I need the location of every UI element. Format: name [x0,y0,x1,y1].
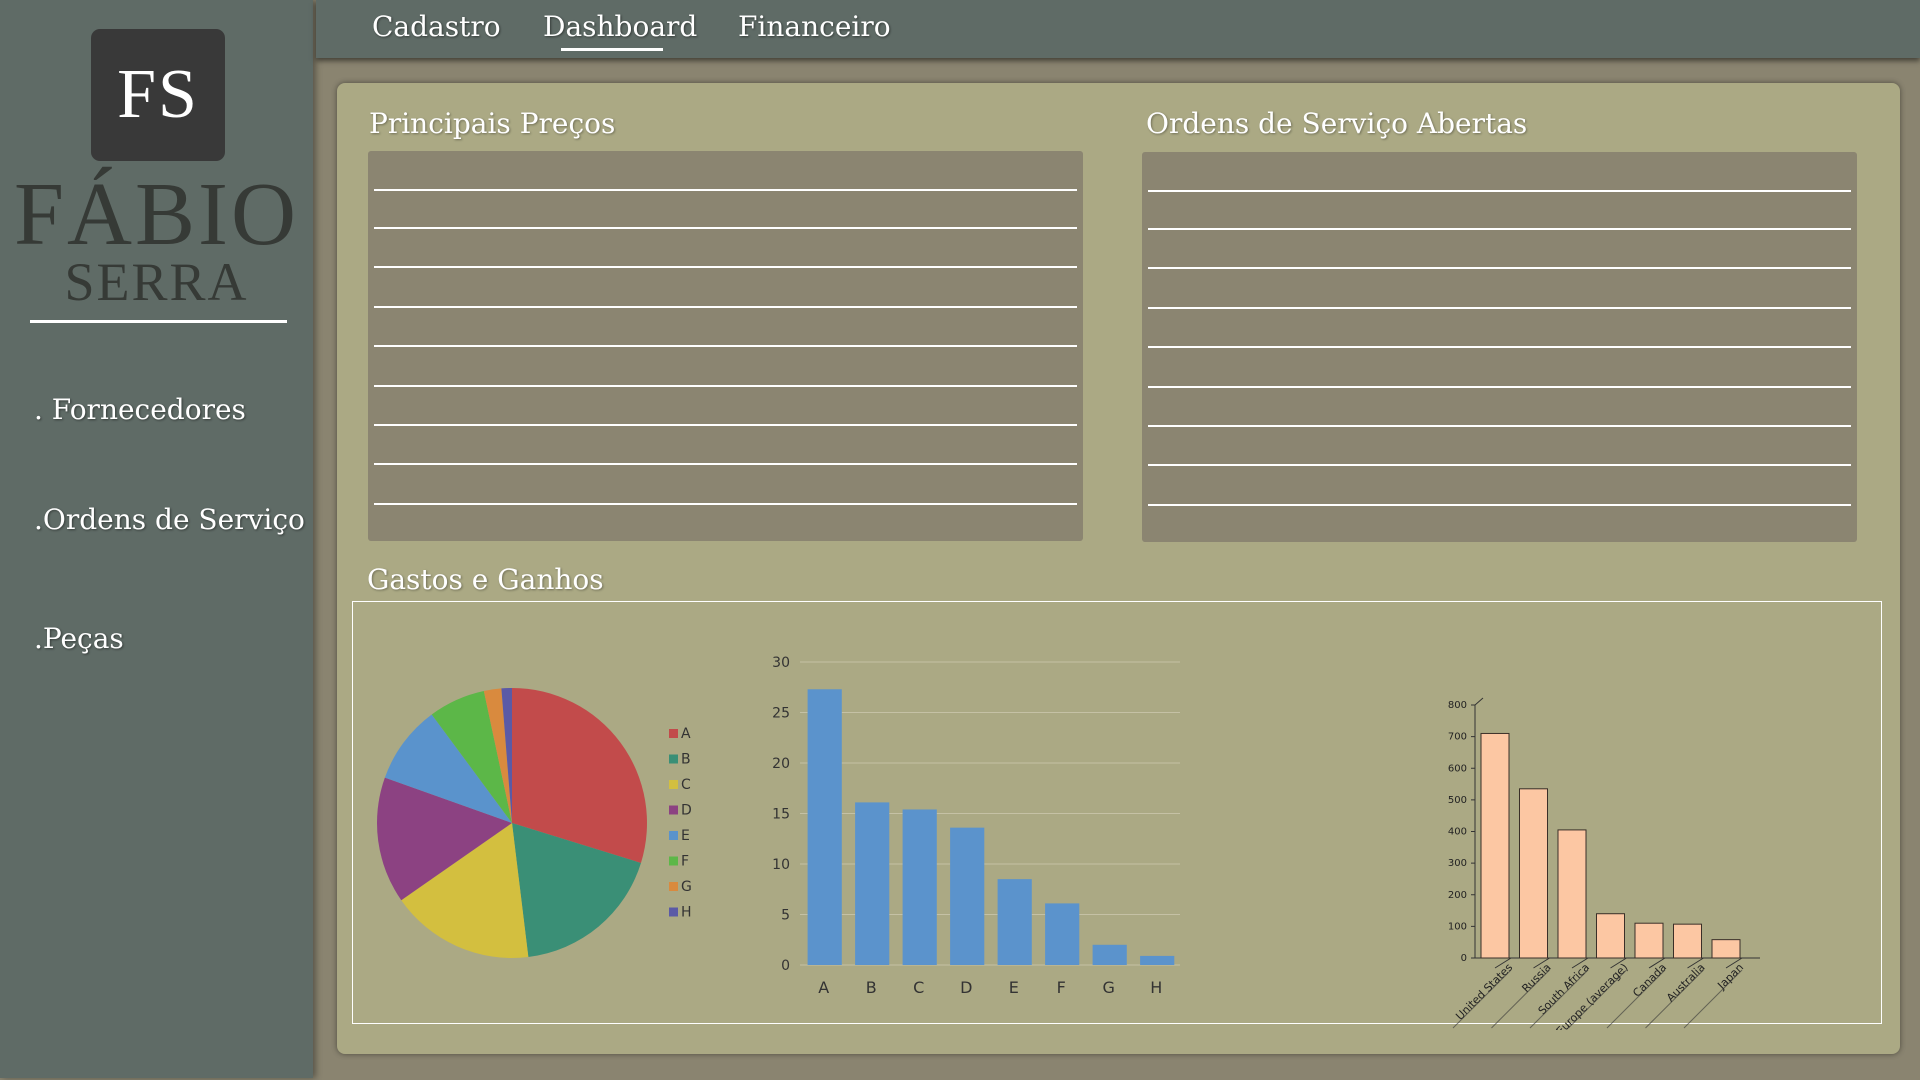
bar-chart-y-tick: 20 [772,756,790,772]
country-label-underline [1452,969,1512,1029]
country-chart-y-tick: 800 [1448,700,1467,711]
list-divider [374,463,1077,465]
bar-chart-y-tick: 10 [772,857,790,873]
list-divider [1148,425,1851,427]
country-chart-y-tick: 300 [1448,858,1467,869]
logo-initials: FS [117,56,199,133]
pie-legend-swatch [669,856,678,866]
country-bar [1519,788,1548,959]
list-divider [1148,464,1851,466]
brand-last-name: SERRA [64,252,249,312]
country-chart-x-tick: Australia [1664,961,1708,1005]
country-chart-x-tick: Canada [1630,961,1669,1000]
active-tab-indicator [561,48,663,51]
bar-chart-y-tick: 15 [772,807,790,823]
list-divider [374,345,1077,347]
list-divider [1148,504,1851,506]
list-divider [374,189,1077,191]
country-chart-axis-edge [1474,697,1484,706]
sidebar-item-pecas[interactable]: .Peças [34,622,124,655]
bar-b [855,802,890,965]
pie-legend-swatch [669,831,678,840]
sidebar-item-ordens-de-servico[interactable]: .Ordens de Serviço [34,503,305,536]
list-divider [374,424,1077,426]
tab-cadastro[interactable]: Cadastro [372,10,501,43]
pie-legend-swatch [669,780,678,789]
list-divider [1148,267,1851,269]
country-chart-y-tick: 500 [1448,795,1467,806]
pie-legend-label: C [681,777,691,793]
country-bar [1596,913,1625,959]
list-divider [374,266,1077,268]
pie-legend-swatch [669,729,678,738]
country-bar-chart: 0100200300400500600700800United States Ru… [1448,697,1760,1030]
bar-c [902,809,937,965]
bar-f [1045,903,1080,965]
list-divider [374,227,1077,229]
bar-chart-x-tick: G [1103,978,1115,997]
country-bar [1673,923,1702,959]
list-divider [1148,190,1851,192]
bar-chart-x-tick: F [1057,978,1066,997]
bar-chart-x-tick: E [1009,978,1019,997]
prices-list [368,151,1083,541]
list-divider [1148,386,1851,388]
bar-chart-y-tick: 25 [772,706,790,722]
bar-chart-y-tick: 5 [781,908,790,924]
bar-chart: 0 5 10 15 20 25 30 A B C D E F G H [772,655,1180,997]
country-chart-y-tick: 700 [1448,732,1467,743]
list-divider [1148,228,1851,230]
bar-e [997,879,1032,965]
bar-a [807,689,842,965]
bar-chart-x-tick: B [866,978,877,997]
pie-chart: ABCDEFGH [377,688,692,958]
bar-chart-y-tick: 0 [781,958,790,974]
orders-section-title: Ordens de Serviço Abertas [1146,107,1528,140]
bar-d [950,827,985,965]
country-chart-y-tick: 0 [1461,953,1467,964]
logo-badge[interactable]: FS [91,29,225,161]
bar-chart-x-tick: H [1150,978,1162,997]
pie-legend-label: B [681,752,691,768]
pie-legend-swatch [669,754,678,764]
open-orders-list [1142,152,1857,542]
tab-dashboard[interactable]: Dashboard [543,10,697,43]
bar-chart-y-tick: 30 [772,655,790,671]
list-divider [1148,307,1851,309]
pie-legend-swatch [669,907,678,917]
brand-first-name: FÁBIO [13,165,300,264]
country-chart-y-tick: 600 [1448,763,1467,774]
country-bar [1480,732,1510,959]
country-chart-y-tick: 400 [1448,827,1467,838]
country-chart-y-tick: 100 [1448,921,1467,932]
list-divider [1148,346,1851,348]
list-divider [374,503,1077,505]
charts-section-title: Gastos e Ganhos [367,563,604,596]
tab-financeiro[interactable]: Financeiro [738,10,891,43]
bar-h [1140,955,1175,965]
pie-legend-swatch [669,882,678,891]
list-divider [374,385,1077,387]
pie-legend-swatch [669,805,678,815]
pie-legend-label: G [681,879,692,895]
pie-legend-label: E [681,828,690,844]
list-divider [374,306,1077,308]
bar-chart-x-tick: A [818,978,829,997]
country-bar [1634,922,1664,959]
bar-chart-x-tick: D [960,978,972,997]
pie-legend-label: F [681,854,689,870]
pie-legend-label: A [681,726,691,742]
bar-g [1092,944,1127,965]
bar-chart-x-tick: C [913,978,924,997]
sidebar: FS FÁBIO SERRA . Fornecedores .Ordens de… [0,0,313,1078]
brand-divider [30,320,287,323]
prices-section-title: Principais Preços [369,107,616,140]
country-bar [1711,939,1741,959]
country-chart-y-tick: 200 [1448,890,1467,901]
country-bar [1557,829,1587,959]
sidebar-item-fornecedores[interactable]: . Fornecedores [34,393,246,426]
pie-legend-label: H [681,905,692,921]
pie-legend-label: D [681,803,692,819]
